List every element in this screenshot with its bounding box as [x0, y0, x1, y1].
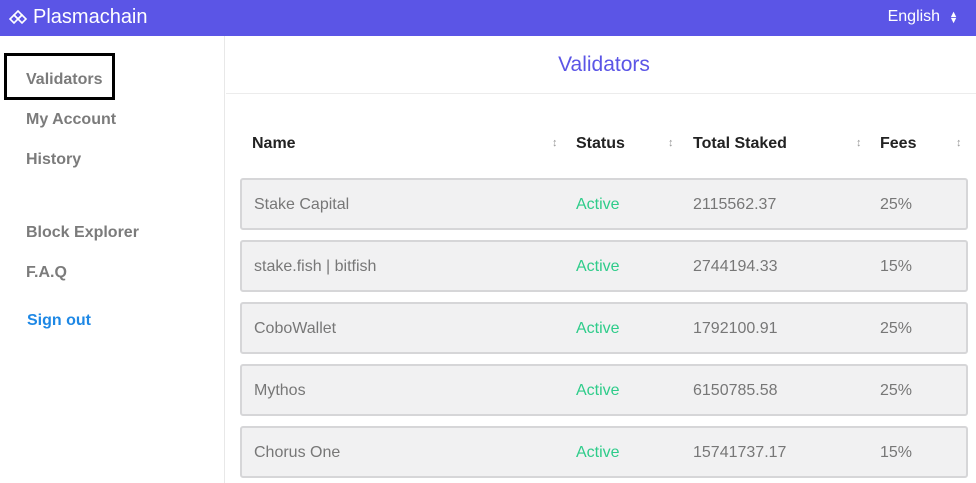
fees: 25%	[880, 320, 913, 337]
column-header-fees[interactable]: Fees	[880, 134, 916, 154]
sidebar-item-my-account[interactable]: My Account	[26, 110, 116, 130]
main-content: Validators Name ↕ Status ↕ Total Staked …	[226, 36, 976, 483]
status-badge: Active	[576, 196, 620, 213]
total-staked: 2115562.37	[693, 196, 777, 213]
validator-name: Mythos	[254, 382, 306, 399]
table-row[interactable]: CoboWallet Active 1792100.91 25%	[240, 302, 968, 354]
sidebar-item-faq[interactable]: F.A.Q	[26, 263, 67, 283]
brand[interactable]: Plasmachain	[8, 5, 148, 29]
column-header-status[interactable]: Status	[576, 134, 625, 154]
fees: 25%	[880, 196, 913, 213]
total-staked: 6150785.58	[693, 382, 778, 399]
sort-icon[interactable]: ↕	[956, 137, 962, 149]
total-staked: 1792100.91	[693, 320, 778, 337]
fees: 15%	[880, 258, 913, 275]
status-badge: Active	[576, 320, 620, 337]
table-row[interactable]: stake.fish | bitfish Active 2744194.33 1…	[240, 240, 968, 292]
status-badge: Active	[576, 444, 620, 461]
total-staked: 15741737.17	[693, 444, 787, 461]
status-badge: Active	[576, 382, 620, 399]
sidebar-item-block-explorer[interactable]: Block Explorer	[26, 223, 139, 243]
page-title: Validators	[558, 53, 650, 76]
status-badge: Active	[576, 258, 620, 275]
top-bar: Plasmachain English ▲ ▼	[0, 0, 976, 36]
language-select[interactable]: English ▲ ▼	[888, 8, 958, 26]
sort-icon[interactable]: ↕	[668, 137, 674, 149]
validator-name: stake.fish | bitfish	[254, 258, 377, 275]
column-header-total-staked[interactable]: Total Staked	[693, 134, 787, 154]
fees: 25%	[880, 382, 913, 399]
brand-name: Plasmachain	[33, 6, 148, 28]
column-header-name[interactable]: Name	[252, 134, 296, 154]
total-staked: 2744194.33	[693, 258, 778, 275]
validator-name: Chorus One	[254, 444, 341, 461]
sort-icon[interactable]: ↕	[552, 137, 558, 149]
sort-icon[interactable]: ↕	[856, 137, 862, 149]
sidebar: Validators My Account History Block Expl…	[0, 36, 225, 483]
fees: 15%	[880, 444, 913, 461]
table-row[interactable]: Stake Capital Active 2115562.37 25%	[240, 178, 968, 230]
table-row[interactable]: Chorus One Active 15741737.17 15%	[240, 426, 968, 478]
sidebar-item-validators[interactable]: Validators	[26, 70, 102, 90]
validator-name: CoboWallet	[254, 320, 337, 337]
sort-arrows-icon: ▲ ▼	[949, 9, 958, 25]
sidebar-item-history[interactable]: History	[26, 150, 81, 170]
plasmachain-logo-icon	[8, 9, 28, 25]
validator-name: Stake Capital	[254, 196, 350, 213]
language-label: English	[887, 8, 941, 25]
sign-out-link[interactable]: Sign out	[27, 311, 91, 331]
table-row[interactable]: Mythos Active 6150785.58 25%	[240, 364, 968, 416]
table-header: Name ↕ Status ↕ Total Staked ↕ Fees ↕	[226, 134, 976, 154]
page-header: Validators	[226, 36, 976, 94]
